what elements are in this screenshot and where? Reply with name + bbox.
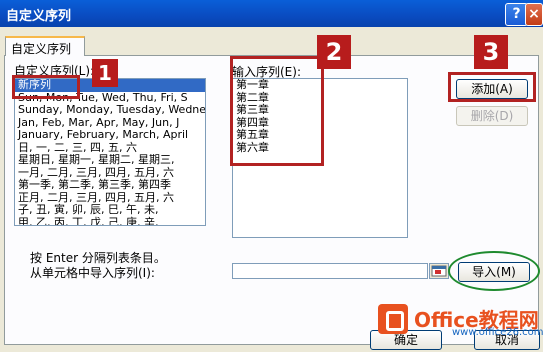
list-item[interactable]: 子, 丑, 寅, 卯, 辰, 巳, 午, 未,: [15, 203, 205, 217]
list-item[interactable]: 甲, 乙, 丙, 丁, 戊, 己, 庚, 辛,: [15, 216, 205, 225]
close-button[interactable]: ×: [525, 3, 543, 26]
import-label: 从单元格中导入序列(I):: [30, 266, 155, 280]
delete-button[interactable]: 删除(D): [456, 106, 528, 126]
range-picker-glyph: [431, 265, 447, 277]
highlight-box-3: [448, 72, 536, 102]
custom-lists-box[interactable]: 新序列 Sun, Mon, Tue, Wed, Thu, Fri, S Sund…: [14, 78, 206, 226]
step-badge-1: 1: [92, 59, 118, 87]
office-logo-icon: [378, 304, 408, 334]
list-item[interactable]: 星期日, 星期一, 星期二, 星期三,: [15, 153, 205, 167]
step-badge-2: 2: [317, 35, 351, 69]
list-item[interactable]: 第一季, 第二季, 第三季, 第四季: [15, 178, 205, 192]
step-badge-3: 3: [474, 35, 508, 69]
tab-label: 自定义序列: [11, 42, 72, 56]
watermark-url: www.office26.com: [452, 327, 543, 338]
list-item[interactable]: Sunday, Monday, Tuesday, Wednes: [15, 103, 205, 117]
range-picker-icon[interactable]: [429, 263, 449, 279]
window-title: 自定义序列: [6, 9, 72, 24]
list-item[interactable]: January, February, March, April: [15, 128, 205, 142]
highlight-box-2: [230, 56, 324, 166]
import-highlight-ellipse: [448, 251, 540, 291]
import-range-input[interactable]: [232, 263, 428, 279]
tab-custom-lists[interactable]: 自定义序列: [5, 36, 85, 56]
title-bar: 自定义序列 ? ×: [0, 0, 543, 27]
highlight-box-1: [12, 75, 80, 99]
